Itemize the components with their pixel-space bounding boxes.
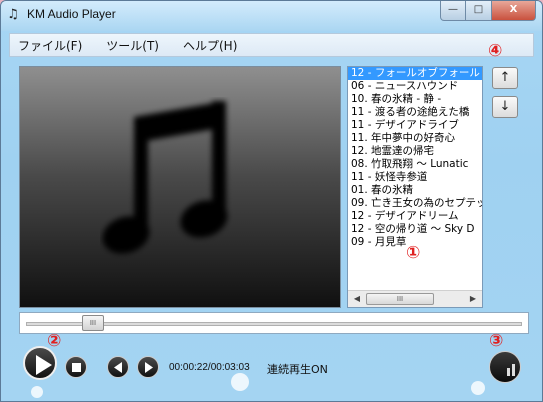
scroll-left-icon[interactable]: ◀ (350, 293, 364, 305)
play-icon (36, 355, 52, 375)
playlist-item[interactable]: 11 - 渡る者の途絶えた橋 (348, 106, 482, 119)
playlist-item[interactable]: 12 - デザイアドリーム (348, 210, 482, 223)
scroll-right-icon[interactable]: ▶ (466, 293, 480, 305)
playlist-item[interactable]: 12. 地霊達の帰宅 (348, 145, 482, 158)
playlist-item[interactable]: 12 - 空の帰り道 〜 Sky D (348, 223, 482, 236)
volume-icon (507, 364, 515, 376)
background-bokeh (231, 373, 249, 391)
stop-button[interactable] (65, 356, 87, 378)
stop-icon (72, 363, 81, 372)
continuous-play-status[interactable]: 連続再生ON (267, 361, 328, 377)
menu-file[interactable]: ファイル(F) (10, 37, 90, 54)
volume-button[interactable] (489, 351, 521, 383)
annotation-marker-2: ② (47, 331, 62, 351)
move-down-button[interactable]: ↓ (492, 96, 518, 118)
playlist-item[interactable]: 11 - 妖怪寺参道 (348, 171, 482, 184)
move-up-button[interactable]: ↑ (492, 67, 518, 89)
minimize-button[interactable]: — (440, 1, 466, 21)
annotation-marker-3: ③ (489, 331, 504, 351)
menu-tools[interactable]: ツール(T) (98, 37, 167, 54)
previous-button[interactable] (107, 356, 129, 378)
play-button[interactable] (23, 346, 57, 380)
album-art-area (19, 66, 341, 308)
previous-icon (114, 362, 122, 373)
next-button[interactable] (137, 356, 159, 378)
playlist-item[interactable]: 08. 竹取飛翔 〜 Lunatic (348, 158, 482, 171)
close-button[interactable]: X (492, 1, 536, 21)
next-icon (145, 362, 153, 373)
window-controls: — □ X (440, 1, 536, 21)
app-music-icon: ♫ (7, 7, 19, 22)
playlist[interactable]: 12 - フォールオブフォール 〜 06 - ニュースハウンド 10. 春の氷精… (347, 66, 483, 308)
menu-bar: ファイル(F) ツール(T) ヘルプ(H) (9, 33, 534, 57)
background-bokeh (31, 386, 43, 398)
window-title: KM Audio Player (27, 7, 116, 21)
playlist-item[interactable]: 12 - フォールオブフォール 〜 (348, 67, 482, 80)
seek-bar[interactable]: III (19, 312, 529, 334)
seek-thumb[interactable]: III (81, 315, 104, 331)
scroll-thumb[interactable]: III (366, 293, 434, 305)
background-bokeh (471, 381, 485, 395)
playlist-horizontal-scrollbar[interactable]: ◀ III ▶ (348, 290, 482, 307)
player-window: ♫ KM Audio Player — □ X ファイル(F) ツール(T) ヘ… (0, 0, 543, 402)
playlist-item[interactable]: 11. 年中夢中の好奇心 (348, 132, 482, 145)
playlist-item[interactable]: 10. 春の氷精 - 静 - (348, 93, 482, 106)
title-bar[interactable]: ♫ KM Audio Player — □ X (1, 1, 542, 31)
playlist-item[interactable]: 06 - ニュースハウンド (348, 80, 482, 93)
annotation-marker-1: ① (406, 243, 421, 263)
menu-help[interactable]: ヘルプ(H) (175, 37, 245, 54)
playlist-item[interactable]: 09. 亡き王女の為のセプテッ (348, 197, 482, 210)
maximize-button[interactable]: □ (466, 1, 492, 21)
playlist-item[interactable]: 11 - デザイアドライブ (348, 119, 482, 132)
music-note-icon (102, 101, 228, 254)
playback-time: 00:00:22/00:03:03 (169, 362, 250, 373)
playlist-item[interactable]: 01. 春の氷精 (348, 184, 482, 197)
annotation-marker-4: ④ (488, 41, 503, 61)
